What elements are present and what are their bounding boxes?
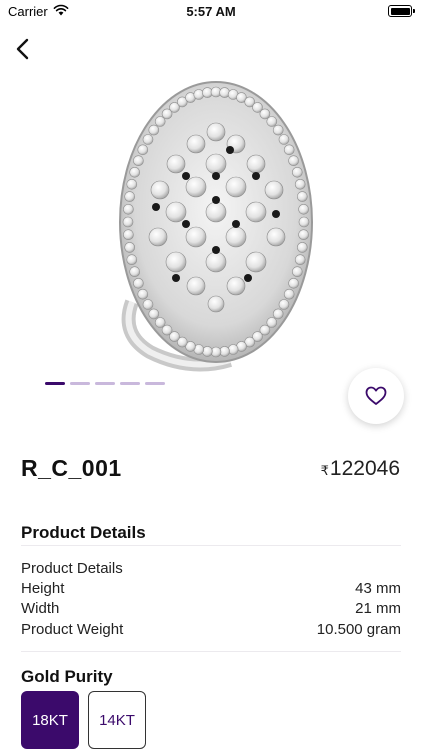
detail-row: Height 43 mm: [21, 580, 401, 597]
product-image: [110, 72, 322, 378]
price-value: 122046: [329, 457, 400, 480]
status-bar: Carrier 5:57 AM: [0, 0, 422, 24]
divider: [21, 545, 401, 546]
battery-icon: [388, 5, 415, 17]
carousel-dot[interactable]: [95, 382, 115, 385]
details-section-title: Product Details: [21, 523, 146, 542]
detail-row: Width 21 mm: [21, 600, 401, 617]
chevron-left-icon: [16, 38, 29, 60]
detail-value: 21 mm: [355, 600, 401, 617]
favorite-button[interactable]: [348, 368, 404, 424]
purity-section-title: Gold Purity: [21, 667, 113, 686]
detail-label: Height: [21, 580, 65, 597]
purity-option-14kt[interactable]: 14KT: [88, 691, 146, 749]
detail-value: 10.500 gram: [316, 621, 401, 638]
heart-icon: [365, 386, 387, 405]
currency-symbol: ₹: [320, 463, 329, 478]
purity-option-18kt[interactable]: 18KT: [21, 691, 79, 749]
product-price: ₹122046: [321, 457, 400, 481]
detail-label: Product Weight: [21, 621, 124, 638]
carousel-dot[interactable]: [70, 382, 90, 385]
detail-row: Product Weight 10.500 gram: [21, 621, 401, 638]
details-subheading: Product Details: [21, 560, 123, 577]
carousel-dot[interactable]: [120, 382, 140, 385]
details-subheading-row: Product Details: [21, 560, 401, 577]
detail-value: 43 mm: [355, 580, 401, 597]
carousel-dot[interactable]: [145, 382, 165, 385]
carousel-dot[interactable]: [45, 382, 65, 385]
clock: 5:57 AM: [186, 4, 236, 19]
divider: [21, 651, 401, 652]
product-name: R_C_001: [21, 455, 122, 481]
carousel-indicator: [45, 382, 165, 385]
detail-label: Width: [21, 600, 60, 617]
back-button[interactable]: [10, 35, 38, 63]
